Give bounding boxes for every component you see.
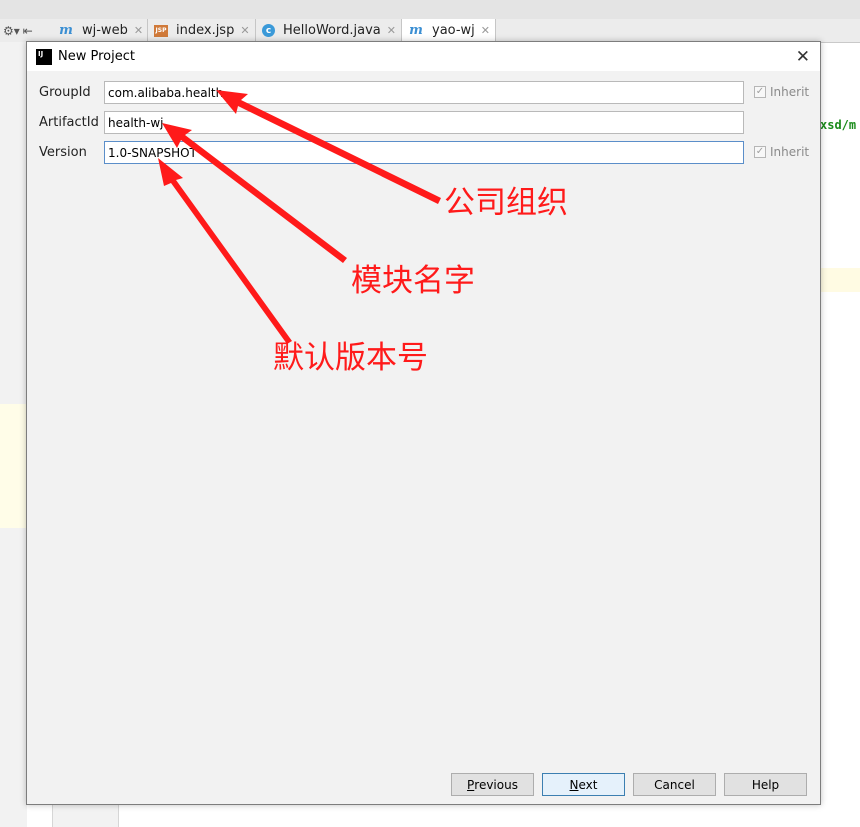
arrow-version: [158, 158, 292, 344]
annotation-arrows: [158, 90, 441, 344]
annotation-module-name: 模块名字: [351, 263, 475, 299]
annotation-company-org: 公司组织: [444, 185, 568, 221]
annotation-default-version: 默认版本号: [273, 340, 428, 376]
